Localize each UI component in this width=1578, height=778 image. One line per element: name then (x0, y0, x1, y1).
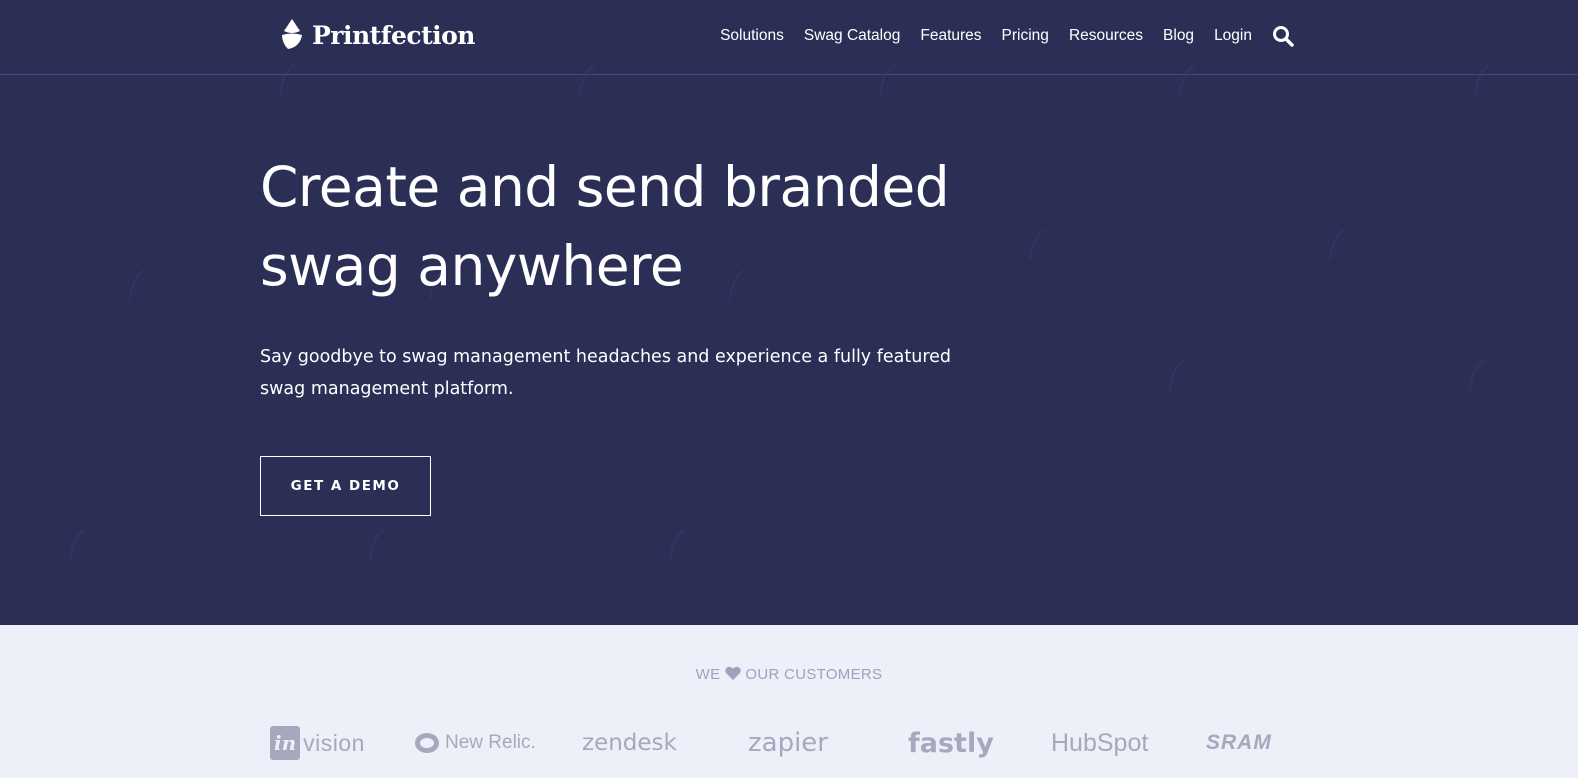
nav-blog[interactable]: Blog (1163, 24, 1194, 48)
headline-line-1: Create and send branded (260, 155, 950, 219)
printfection-logo-icon (282, 19, 302, 49)
zapier-logo: zapier (748, 728, 828, 758)
customers-title-we: WE (695, 666, 721, 683)
hero-section: Printfection Solutions Swag Catalog Feat… (0, 0, 1578, 629)
nav-features[interactable]: Features (920, 24, 981, 48)
heart-icon (725, 666, 741, 680)
nav-resources[interactable]: Resources (1069, 24, 1143, 48)
hubspot-logo: HubSpot (1051, 728, 1149, 757)
hero-subtext: Say goodbye to swag management headaches… (260, 347, 952, 399)
sram-logo: SRAM (1206, 731, 1272, 754)
nav-solutions[interactable]: Solutions (720, 24, 784, 48)
brand-name: Printfection (312, 20, 475, 50)
customers-title-rest: OUR CUSTOMERS (745, 666, 883, 683)
hero-headline: Create and send branded swag anywhere (260, 148, 1020, 306)
headline-line-2: swag anywhere (260, 234, 684, 298)
new-relic-ring-icon (415, 733, 439, 753)
new-relic-logo: New Relic. (415, 713, 536, 773)
search-icon[interactable] (1272, 25, 1294, 47)
new-relic-logo-text: New Relic. (445, 732, 536, 753)
nav-pricing[interactable]: Pricing (1002, 24, 1049, 48)
invision-logo-box: in (270, 726, 301, 760)
customers-section: WE OUR CUSTOMERS in vision New Relic. ze… (0, 625, 1578, 778)
nav-swag-catalog[interactable]: Swag Catalog (804, 24, 901, 48)
brand-logo[interactable]: Printfection (280, 19, 475, 51)
main-nav: Solutions Swag Catalog Features Pricing … (720, 24, 1294, 48)
fastly-logo: fastly (908, 727, 994, 759)
zendesk-logo: zendesk (582, 730, 677, 756)
customers-title: WE OUR CUSTOMERS (0, 666, 1578, 683)
invision-logo-text: vision (303, 729, 365, 756)
background-pattern (69, 64, 1491, 561)
get-a-demo-button[interactable]: GET A DEMO (260, 456, 431, 516)
customer-logos: in vision New Relic. zendesk zapier fast… (0, 713, 1578, 773)
top-navigation-bar: Printfection Solutions Swag Catalog Feat… (0, 0, 1578, 75)
invision-logo: in vision (270, 713, 365, 773)
nav-login[interactable]: Login (1214, 24, 1252, 48)
